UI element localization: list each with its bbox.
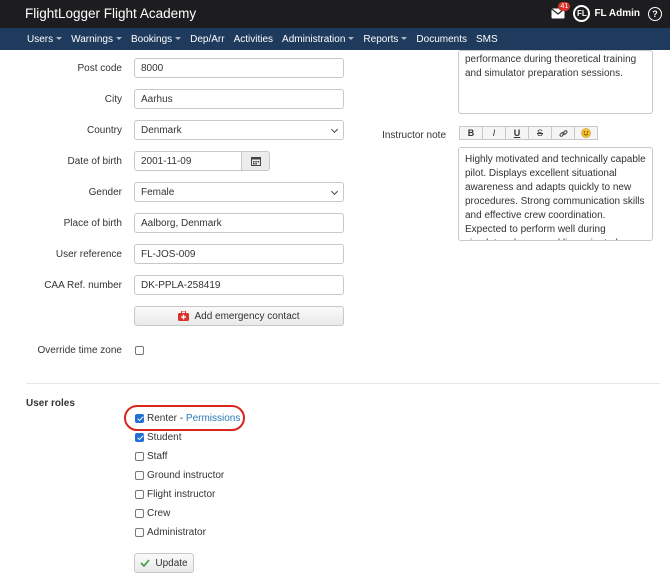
add-emergency-contact-button[interactable]: Add emergency contact <box>134 306 344 326</box>
role-administrator-label: Administrator <box>147 527 206 538</box>
gender-value: Female <box>141 186 175 198</box>
strikethrough-button[interactable]: S <box>528 126 552 140</box>
pob-label: Place of birth <box>63 218 122 229</box>
country-select[interactable]: Denmark <box>134 120 344 140</box>
link-icon <box>559 129 567 137</box>
emoji-button[interactable] <box>574 126 598 140</box>
dob-input[interactable]: 2001-11-09 <box>134 151 242 171</box>
update-button-label: Update <box>155 557 188 569</box>
role-renter-label: Renter - Permissions <box>147 413 241 424</box>
caret-icon <box>116 37 122 41</box>
country-value: Denmark <box>141 124 182 136</box>
top-bar: FlightLogger Flight Academy 41 FL FL Adm… <box>0 0 670 28</box>
role-staff-label: Staff <box>147 451 168 462</box>
nav-documents[interactable]: Documents <box>416 34 467 45</box>
role-renter-checkbox[interactable] <box>135 414 144 423</box>
role-crew-label: Crew <box>147 508 171 519</box>
chevron-down-icon <box>330 187 339 196</box>
gender-select[interactable]: Female <box>134 182 344 202</box>
top-right-area: 41 FL FL Admin ? <box>551 2 662 22</box>
nav-administration[interactable]: Administration <box>282 34 355 45</box>
role-flight-instructor-label: Flight instructor <box>147 489 216 500</box>
nav-reports[interactable]: Reports <box>363 34 408 45</box>
user-ref-input[interactable]: FL-JOS-009 <box>134 244 344 264</box>
notification-badge: 41 <box>558 2 571 11</box>
help-icon[interactable]: ? <box>648 6 662 21</box>
nav-warnings[interactable]: Warnings <box>71 34 122 45</box>
bold-button[interactable]: B <box>459 126 483 140</box>
messages-icon[interactable]: 41 <box>551 2 571 19</box>
role-ground-instructor-label: Ground instructor <box>147 470 225 481</box>
calendar-button[interactable] <box>241 151 270 171</box>
role-flight-instructor-checkbox[interactable] <box>135 490 144 499</box>
user-ref-label: User reference <box>55 249 122 260</box>
calendar-icon <box>250 157 261 166</box>
first-aid-kit-icon <box>178 311 190 321</box>
app-title[interactable]: FlightLogger Flight Academy <box>25 6 196 21</box>
emoji-icon <box>581 128 591 138</box>
nav-dep-arr[interactable]: Dep/Arr <box>190 34 224 45</box>
pob-input[interactable]: Aalborg, Denmark <box>134 213 344 233</box>
caret-icon <box>348 37 355 41</box>
section-divider <box>26 383 660 384</box>
nav-activities[interactable]: Activities <box>234 34 273 45</box>
caret-icon <box>401 37 408 41</box>
override-tz-checkbox[interactable] <box>135 346 144 355</box>
role-crew-checkbox[interactable] <box>135 509 144 518</box>
instructor-note-label: Instructor note <box>382 130 446 141</box>
user-name[interactable]: FL Admin <box>594 8 640 19</box>
dob-label: Date of birth <box>67 156 122 167</box>
gender-label: Gender <box>88 187 122 198</box>
update-button[interactable]: Update <box>134 553 194 573</box>
chevron-down-icon <box>330 125 339 134</box>
main-nav: Users Warnings Bookings Dep/Arr Activiti… <box>0 28 670 50</box>
role-staff-checkbox[interactable] <box>135 452 144 461</box>
city-label: City <box>104 94 122 105</box>
prev-note-textarea[interactable]: performance during theoretical training … <box>458 50 653 114</box>
role-student-checkbox[interactable] <box>135 433 144 442</box>
city-input[interactable]: Aarhus <box>134 89 344 109</box>
caa-ref-label: CAA Ref. number <box>44 280 122 291</box>
role-student-label: Student <box>147 432 182 443</box>
caret-icon <box>175 37 182 41</box>
user-roles-title: User roles <box>26 398 75 409</box>
underline-button[interactable]: U <box>505 126 529 140</box>
post-code-label: Post code <box>77 63 122 74</box>
nav-bookings[interactable]: Bookings <box>131 34 182 45</box>
post-code-input[interactable]: 8000 <box>134 58 344 78</box>
check-icon <box>140 559 150 567</box>
editor-toolbar: B I U S <box>459 126 598 140</box>
permissions-link[interactable]: Permissions <box>186 413 240 424</box>
instructor-note-textarea[interactable]: Highly motivated and technically capable… <box>458 147 653 241</box>
caret-icon <box>56 37 63 41</box>
caa-ref-input[interactable]: DK-PPLA-258419 <box>134 275 344 295</box>
emergency-button-label: Add emergency contact <box>194 310 300 322</box>
role-administrator-checkbox[interactable] <box>135 528 144 537</box>
italic-button[interactable]: I <box>482 126 506 140</box>
override-tz-label: Override time zone <box>37 345 122 356</box>
nav-users[interactable]: Users <box>27 34 63 45</box>
role-ground-instructor-checkbox[interactable] <box>135 471 144 480</box>
nav-sms[interactable]: SMS <box>476 34 498 45</box>
link-button[interactable] <box>551 126 575 140</box>
country-label: Country <box>86 125 122 136</box>
user-avatar-icon[interactable]: FL <box>573 5 591 22</box>
